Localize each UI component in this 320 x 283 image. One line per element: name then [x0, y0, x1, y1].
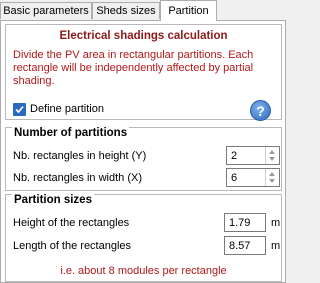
modules-per-rectangle-note: i.e. about 8 modules per rectangle — [60, 265, 227, 277]
rect-length-label: Length of the rectangles — [13, 240, 132, 252]
help-icon[interactable]: ? — [250, 100, 271, 121]
width-count-value: 6 — [231, 172, 238, 184]
height-count-arrows[interactable] — [265, 147, 279, 164]
tab-basic-parameters[interactable]: Basic parameters — [0, 2, 92, 19]
width-count-arrows[interactable] — [265, 169, 279, 186]
rect-height-value: 1.79 — [229, 217, 251, 229]
partition-panel: Electrical shadings calculation Divide t… — [0, 20, 286, 283]
define-partition-row[interactable]: Define partition — [13, 102, 104, 116]
rect-length-unit: m — [271, 240, 281, 252]
define-partition-checkbox[interactable] — [13, 102, 26, 116]
number-of-partitions-group: Number of partitions Nb. rectangles in h… — [5, 127, 282, 191]
electrical-shadings-title: Electrical shadings calculation — [59, 30, 228, 42]
number-of-partitions-title: Number of partitions — [12, 127, 130, 139]
spinner-down-icon[interactable] — [269, 179, 275, 183]
rect-height-field[interactable]: 1.79 — [224, 213, 266, 232]
width-count-spinner[interactable]: 6 — [226, 168, 280, 187]
height-count-value: 2 — [231, 150, 238, 162]
spinner-down-icon[interactable] — [269, 157, 275, 161]
tab-partition[interactable]: Partition — [160, 0, 217, 21]
partition-sizes-group: Partition sizes Height of the rectangles… — [5, 194, 282, 282]
tab-sheds-sizes[interactable]: Sheds sizes — [92, 2, 160, 19]
height-count-spinner[interactable]: 2 — [226, 146, 280, 165]
partition-description: Divide the PV area in rectangular partit… — [13, 49, 254, 87]
tab-bar: Basic parameters Sheds sizes Partition — [0, 0, 286, 21]
width-count-label: Nb. rectangles in width (X) — [13, 172, 142, 184]
electrical-shadings-group: Electrical shadings calculation Divide t… — [5, 24, 282, 121]
rect-height-unit: m — [271, 217, 281, 229]
height-count-label: Nb. rectangles in height (Y) — [13, 150, 147, 162]
rect-length-field[interactable]: 8.57 — [224, 236, 266, 255]
rect-height-label: Height of the rectangles — [13, 217, 130, 229]
define-partition-label: Define partition — [30, 103, 104, 115]
partition-sizes-title: Partition sizes — [12, 194, 94, 206]
checkmark-icon — [15, 105, 24, 113]
rect-length-value: 8.57 — [229, 240, 251, 252]
spinner-up-icon[interactable] — [269, 172, 275, 176]
spinner-up-icon[interactable] — [269, 150, 275, 154]
